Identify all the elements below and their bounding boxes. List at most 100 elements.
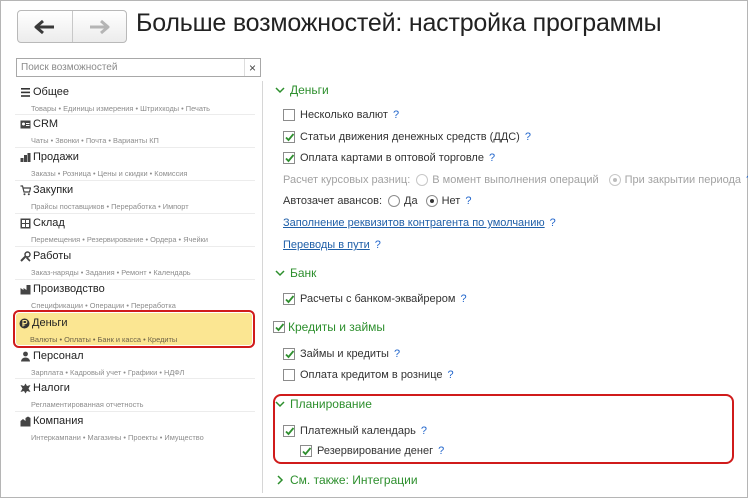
sidebar-item-sublinks[interactable]: Интеркампани • Магазины • Проекты • Имущ… [31,433,259,442]
help-link[interactable]: ? [447,369,453,381]
sidebar-item-sublinks[interactable]: Зарплата • Кадровый учет • Графики • НДФ… [31,368,259,377]
sidebar-item-crm[interactable]: CRM Чаты • Звонки • Почта • Варианты КП [19,117,259,145]
arrow-right-icon [90,19,110,34]
card-payment-checkbox[interactable] [283,152,295,164]
loans-option: Займы и кредиты ? [283,348,400,360]
transit-transfers-link[interactable]: Переводы в пути [283,239,370,251]
arrow-left-icon [34,19,54,34]
sidebar-item-sublinks[interactable]: Заказы • Розница • Цены и скидки • Комис… [31,169,259,178]
option-label: Оплата картами в оптовой торговле [300,152,484,164]
auto-advance-radio-yes[interactable] [388,195,401,207]
sidebar-item-money[interactable]: Деньги Валюты • Оплаты • Банк и касса • … [18,316,254,344]
help-link[interactable]: ? [550,217,556,229]
sidebar-item-sublinks[interactable]: Чаты • Звонки • Почта • Варианты КП [31,136,259,145]
payment-calendar-checkbox[interactable] [283,425,295,437]
counterparty-defaults-link[interactable]: Заполнение реквизитов контрагента по умо… [283,217,545,229]
sidebar-item-personnel[interactable]: Персонал Зарплата • Кадровый учет • Граф… [19,349,259,377]
sidebar: Общее Товары • Единицы измерения • Штрих… [13,81,263,493]
help-link[interactable]: ? [421,425,427,437]
chevron-down-icon [275,85,285,95]
radio-label: При закрытии периода [624,174,741,186]
help-link[interactable]: ? [375,239,381,251]
option-label: Несколько валют [300,109,388,121]
check-icon [285,350,295,359]
help-link[interactable]: ? [465,195,471,207]
group-see-also-header[interactable]: См. также: Интеграции [275,473,418,487]
radio-label: В момент выполнения операций [432,174,599,186]
settings-panel: Деньги Несколько валют ? Статьи движения… [271,79,748,493]
money-reserve-checkbox[interactable] [300,445,312,457]
ruble-coin-icon [18,317,30,329]
sidebar-item-purchases[interactable]: Закупки Прайсы поставщиков • Переработка… [19,183,259,211]
option-label: Статьи движения денежных средств (ДДС) [300,131,520,143]
check-icon [285,295,295,304]
money-reserve-option: Резервирование денег ? [300,445,444,457]
sidebar-item-sublinks[interactable]: Регламентированная отчетность [31,400,259,409]
auto-advance-option: Автозачет авансов: Да Нет ? [283,195,471,207]
search-input[interactable] [17,59,244,76]
acquiring-option: Расчеты с банком-эквайрером ? [283,293,467,305]
help-link[interactable]: ? [460,293,466,305]
transit-transfers-row: Переводы в пути ? [283,239,381,251]
page-title: Больше возможностей: настройка программы [136,9,662,37]
sidebar-item-label: Общее [33,86,70,98]
sidebar-item-sublinks[interactable]: Прайсы поставщиков • Переработка • Импор… [31,202,259,211]
close-icon[interactable]: × [244,59,260,76]
group-money-header[interactable]: Деньги [275,83,329,97]
person-icon [19,350,31,362]
divider [15,378,255,379]
credits-checkbox[interactable] [273,321,285,333]
sidebar-item-sales[interactable]: Продажи Заказы • Розница • Цены и скидки… [19,150,259,178]
acquiring-checkbox[interactable] [283,293,295,305]
divider [15,213,255,214]
purchases-icon [19,184,31,196]
sidebar-item-warehouse[interactable]: Склад Перемещения • Резервирование • Орд… [19,216,259,244]
radio-label: Да [404,195,418,207]
forward-button[interactable] [71,11,126,42]
fx-diff-radio-period-close[interactable] [608,174,621,186]
sidebar-item-label: CRM [33,118,59,130]
option-label: Оплата кредитом в рознице [300,369,443,381]
group-title: Банк [290,266,317,280]
group-credits-header[interactable]: Кредиты и займы [273,320,385,334]
retail-credit-option: Оплата кредитом в рознице ? [283,369,454,381]
help-link[interactable]: ? [393,109,399,121]
sidebar-item-label: Производство [33,283,105,295]
company-icon [19,415,31,427]
back-button[interactable] [18,11,72,42]
sidebar-item-works[interactable]: Работы Заказ-наряды • Задания • Ремонт •… [19,249,259,277]
group-title: Кредиты и займы [288,320,386,334]
emblem-icon [19,382,31,394]
radio-label: Нет [441,195,461,207]
sidebar-item-taxes[interactable]: Налоги Регламентированная отчетность [19,381,259,409]
sidebar-item-sublinks[interactable]: Спецификации • Операции • Переработка [31,301,259,310]
help-link[interactable]: ? [489,152,495,164]
group-bank-header[interactable]: Банк [275,266,316,280]
divider [15,147,255,148]
option-label: Резервирование денег [317,445,434,457]
sidebar-item-sublinks[interactable]: Валюты • Оплаты • Банк и касса • Кредиты [30,335,254,344]
group-planning-header[interactable]: Планирование [275,397,372,411]
sidebar-item-company[interactable]: Компания Интеркампани • Магазины • Проек… [19,414,259,442]
help-link[interactable]: ? [394,348,400,360]
loans-checkbox[interactable] [283,348,295,360]
check-icon [275,323,285,332]
chevron-right-icon [275,475,285,485]
cash-flow-items-checkbox[interactable] [283,131,295,143]
sidebar-item-general[interactable]: Общее Товары • Единицы измерения • Штрих… [19,85,259,113]
help-link[interactable]: ? [438,445,444,457]
group-title: См. также: Интеграции [290,473,418,487]
warehouse-icon [19,217,31,229]
sidebar-item-sublinks[interactable]: Товары • Единицы измерения • Штрихкоды •… [31,104,259,113]
retail-credit-checkbox[interactable] [283,369,295,381]
check-icon [302,447,312,456]
help-link[interactable]: ? [525,131,531,143]
auto-advance-radio-no[interactable] [425,195,438,207]
sidebar-item-production[interactable]: Производство Спецификации • Операции • П… [19,282,259,310]
sidebar-item-sublinks[interactable]: Заказ-наряды • Задания • Ремонт • Календ… [31,268,259,277]
fx-diff-radio-immediate[interactable] [416,174,429,186]
divider [15,279,255,280]
sidebar-item-sublinks[interactable]: Перемещения • Резервирование • Ордера • … [31,235,259,244]
option-label: Автозачет авансов: [283,195,383,207]
multi-currency-checkbox[interactable] [283,109,295,121]
